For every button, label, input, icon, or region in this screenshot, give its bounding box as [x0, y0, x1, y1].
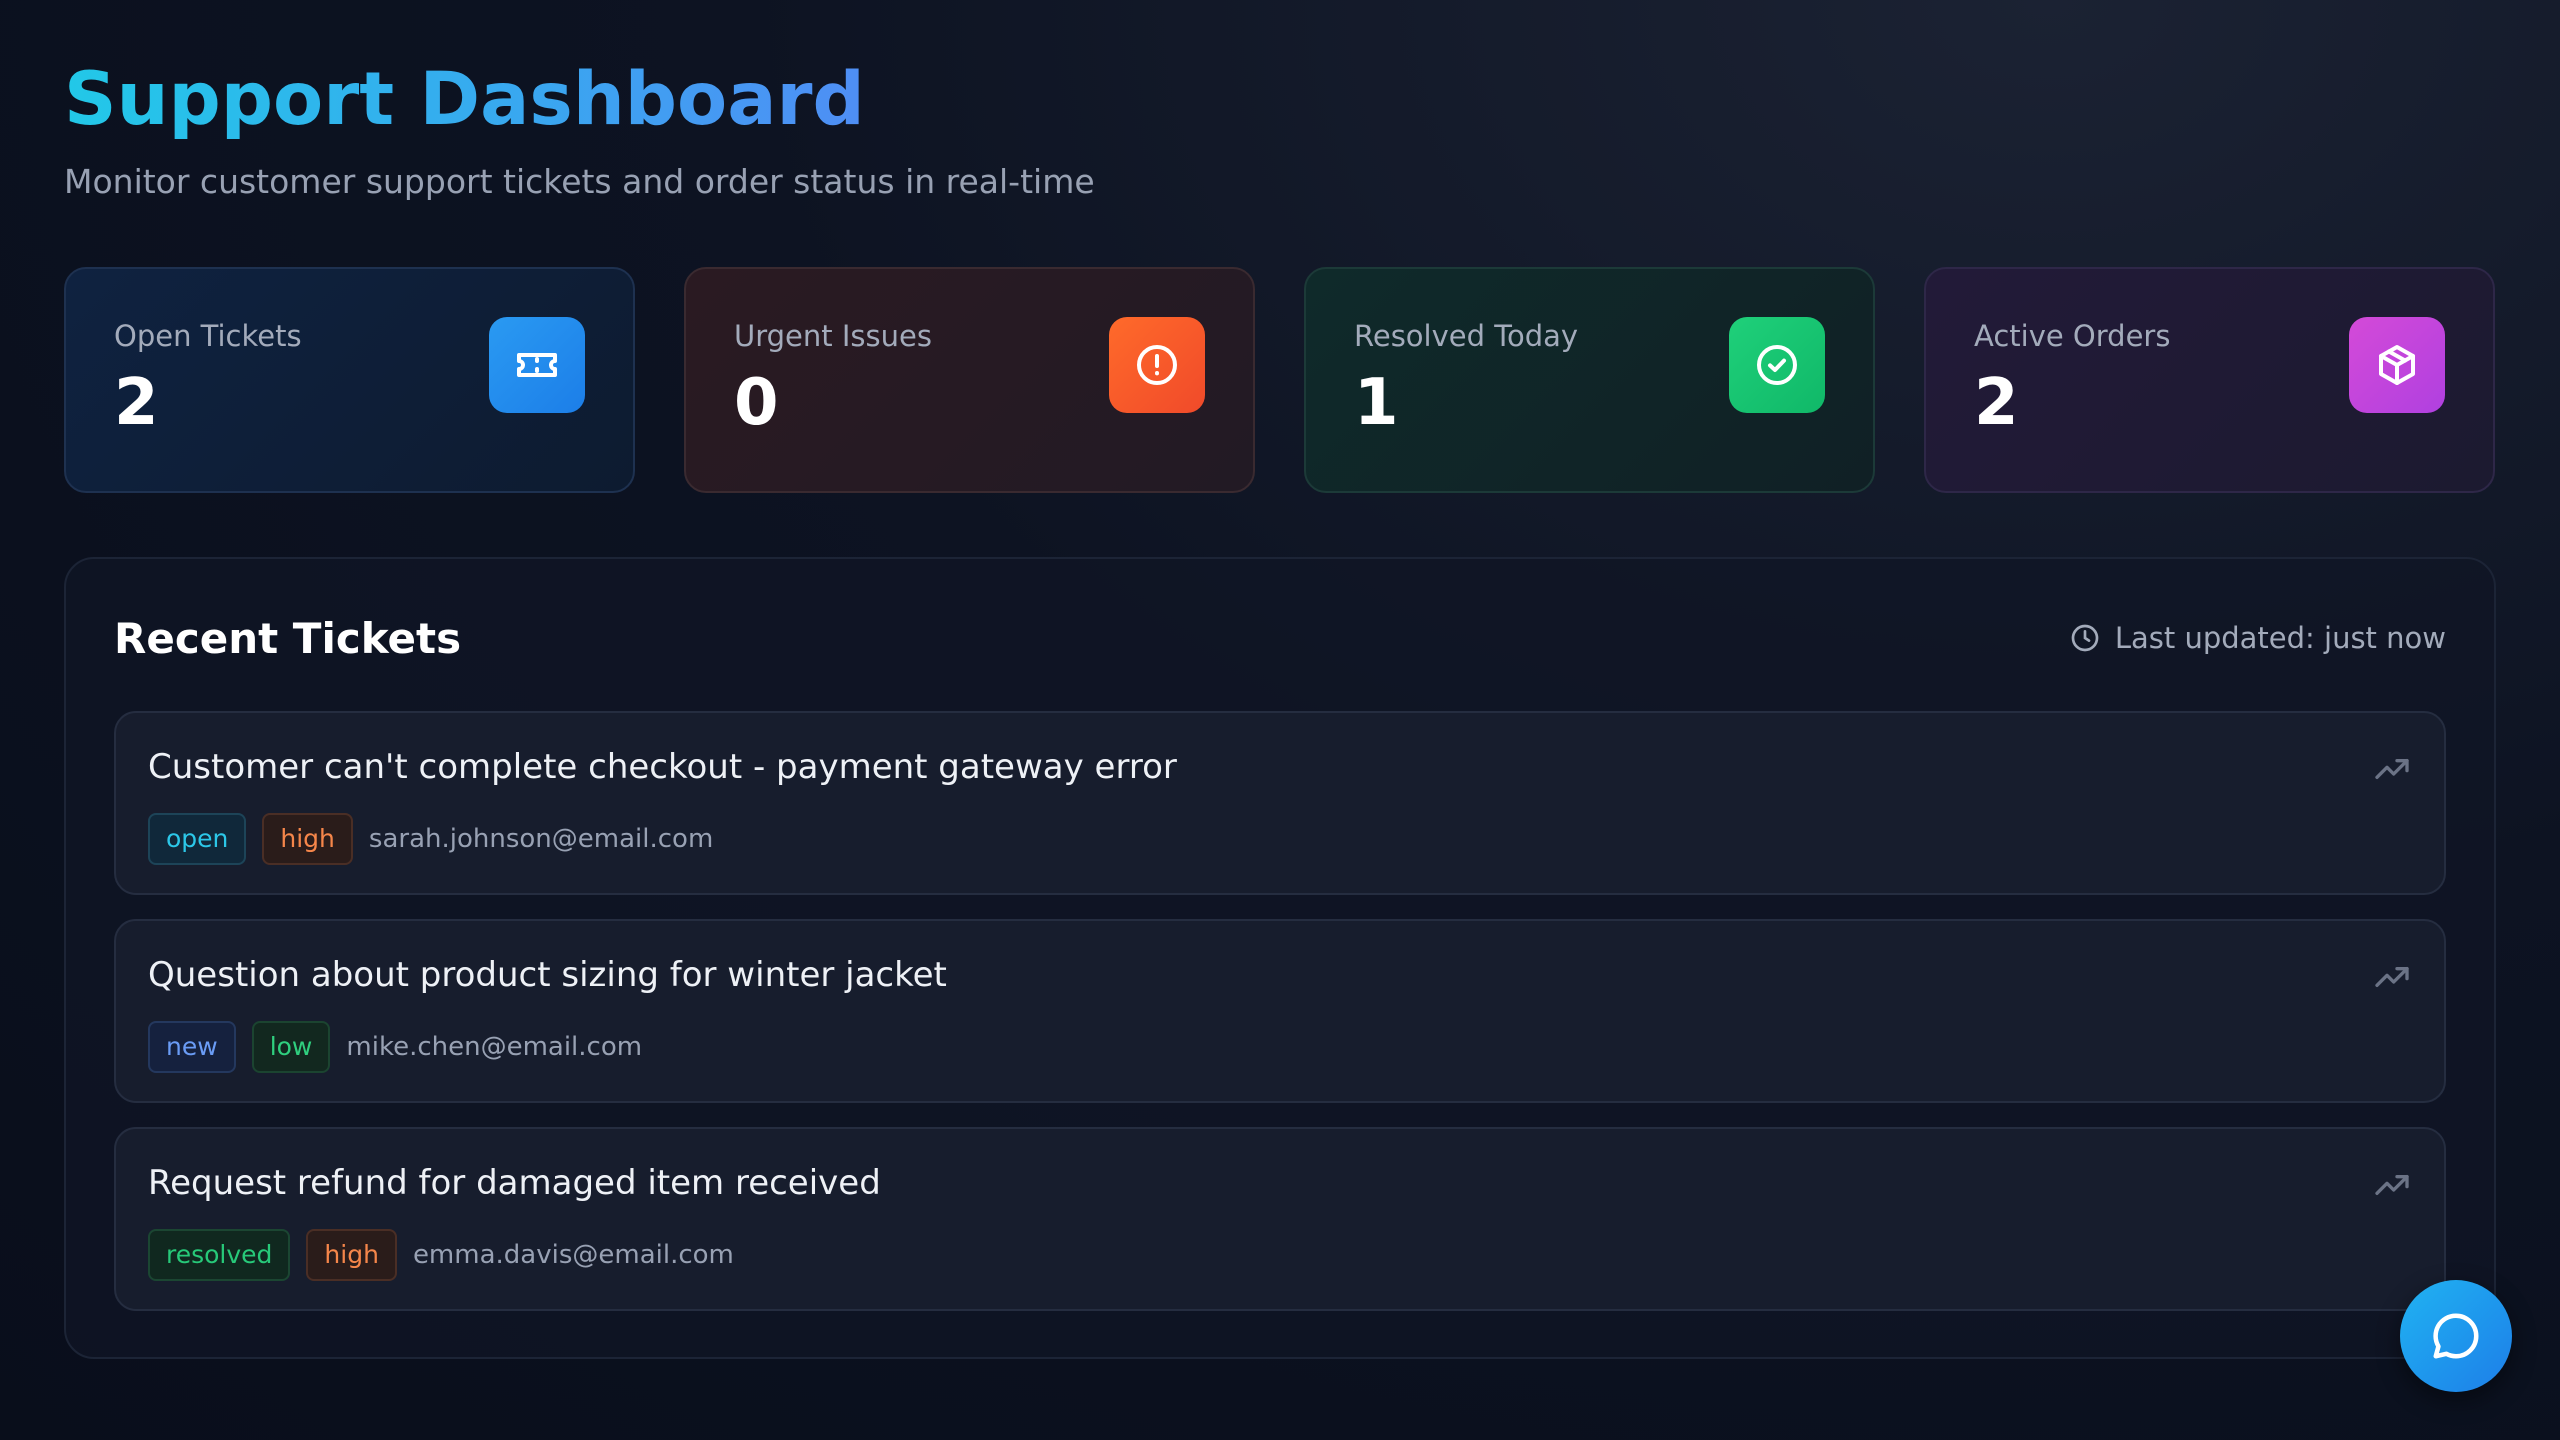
panel-header: Recent Tickets Last updated: just now — [114, 607, 2446, 669]
priority-badge: low — [251, 1021, 331, 1074]
ticket-icon — [489, 317, 585, 414]
ticket-meta: open high sarah.johnson@email.com — [148, 813, 2412, 866]
ticket-row[interactable]: Request refund for damaged item received… — [114, 1127, 2446, 1312]
stat-card-resolved-today[interactable]: Resolved Today 1 — [1304, 267, 1875, 494]
page-subtitle: Monitor customer support tickets and ord… — [64, 162, 1095, 202]
ticket-title: Question about product sizing for winter… — [148, 955, 947, 996]
chat-bubble-icon — [2433, 1313, 2479, 1359]
trending-up-icon[interactable] — [2372, 749, 2412, 789]
ticket-meta: resolved high emma.davis@email.com — [148, 1229, 2412, 1282]
ticket-row[interactable]: Question about product sizing for winter… — [114, 919, 2446, 1104]
recent-tickets-panel: Recent Tickets Last updated: just now Cu… — [64, 557, 2496, 1360]
status-badge: open — [148, 813, 247, 866]
last-updated-text: Last updated: just now — [2114, 621, 2446, 656]
alert-circle-icon — [1109, 317, 1205, 414]
ticket-email: emma.davis@email.com — [412, 1240, 734, 1271]
dashboard-page: Support Dashboard Monitor customer suppo… — [0, 0, 2560, 1440]
ticket-email: sarah.johnson@email.com — [368, 824, 714, 855]
stat-card-open-tickets[interactable]: Open Tickets 2 — [64, 267, 635, 494]
ticket-list: Customer can't complete checkout - payme… — [114, 711, 2446, 1312]
trending-up-icon[interactable] — [2372, 957, 2412, 997]
chat-button[interactable] — [2400, 1280, 2512, 1392]
ticket-row[interactable]: Customer can't complete checkout - payme… — [114, 711, 2446, 896]
priority-badge: high — [306, 1229, 397, 1282]
package-icon — [2349, 317, 2445, 414]
panel-title: Recent Tickets — [114, 613, 462, 663]
last-updated: Last updated: just now — [2069, 621, 2446, 655]
stats-row: Open Tickets 2 Urgent Issues 0 Resolved … — [64, 267, 2496, 494]
ticket-email: mike.chen@email.com — [346, 1032, 643, 1063]
clock-icon — [2071, 624, 2099, 652]
ticket-title: Customer can't complete checkout - payme… — [148, 747, 1177, 788]
header: Support Dashboard Monitor customer suppo… — [64, 0, 2496, 201]
page-title: Support Dashboard — [64, 57, 865, 142]
trending-up-icon[interactable] — [2372, 1165, 2412, 1205]
check-circle-icon — [1729, 317, 1825, 414]
ticket-meta: new low mike.chen@email.com — [148, 1021, 2412, 1074]
status-badge: resolved — [148, 1229, 291, 1282]
stat-card-urgent-issues[interactable]: Urgent Issues 0 — [684, 267, 1255, 494]
priority-badge: high — [262, 813, 353, 866]
stat-card-active-orders[interactable]: Active Orders 2 — [1924, 267, 2495, 494]
status-badge: new — [148, 1021, 236, 1074]
ticket-title: Request refund for damaged item received — [148, 1163, 881, 1204]
